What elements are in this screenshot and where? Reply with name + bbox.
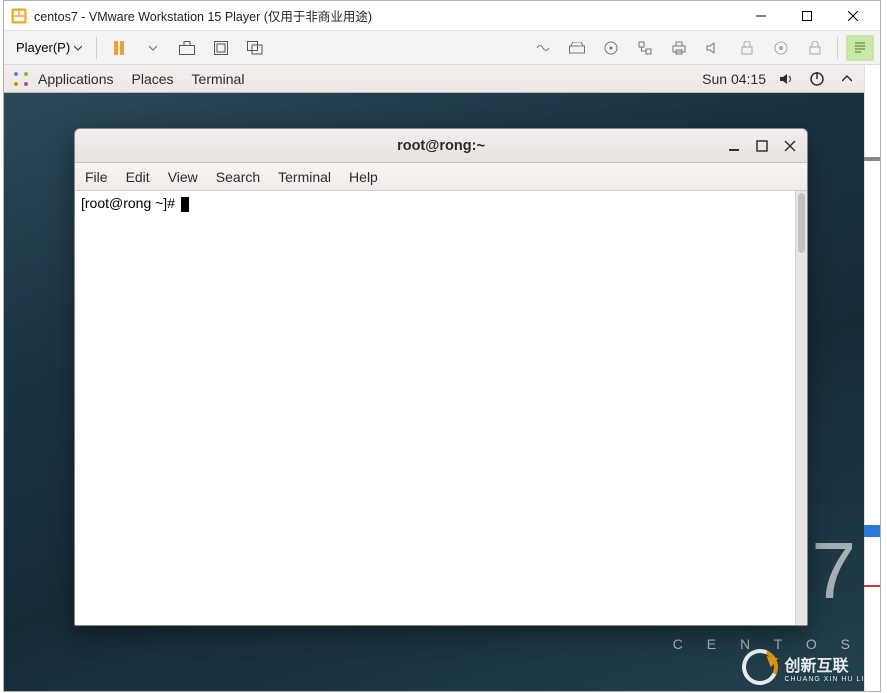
menu-view[interactable]: View	[168, 169, 198, 185]
lock-icon	[741, 41, 753, 55]
tb-network-icon[interactable]	[631, 35, 659, 61]
tb-connect-icon[interactable]	[529, 35, 557, 61]
speaker-icon	[706, 41, 720, 55]
unity-button[interactable]	[241, 35, 269, 61]
minimize-button[interactable]	[738, 1, 784, 31]
maximize-button[interactable]	[784, 1, 830, 31]
menu-help[interactable]: Help	[349, 169, 378, 185]
pause-vm-button[interactable]	[105, 35, 133, 61]
tb-usb2-icon[interactable]	[801, 35, 829, 61]
terminal-window[interactable]: root@rong:~ File Edit View Search Termin…	[74, 128, 808, 626]
player-menu-label: Player(P)	[16, 40, 70, 55]
close-button[interactable]	[830, 1, 876, 31]
link-icon	[535, 43, 551, 53]
fullscreen-icon	[214, 41, 228, 55]
menu-terminal[interactable]: Terminal	[192, 71, 245, 87]
expand-icon[interactable]	[838, 70, 856, 88]
power-icon[interactable]	[808, 70, 826, 88]
separator	[96, 37, 97, 59]
chevron-down-icon	[149, 44, 157, 52]
activities-icon[interactable]	[12, 70, 30, 88]
gnome-topbar: Applications Places Terminal Sun 04:15	[4, 65, 864, 93]
lock-icon	[809, 41, 821, 55]
terminal-cursor	[181, 197, 189, 212]
terminal-close-button[interactable]	[779, 135, 801, 157]
fullscreen-button[interactable]	[207, 35, 235, 61]
tb-cd-icon[interactable]	[597, 35, 625, 61]
network-icon	[638, 41, 652, 55]
menu-file[interactable]: File	[85, 169, 108, 185]
vmware-titlebar[interactable]: centos7 - VMware Workstation 15 Player (…	[4, 1, 880, 31]
vmware-title: centos7 - VMware Workstation 15 Player (…	[34, 6, 372, 25]
notes-icon	[853, 41, 867, 55]
terminal-body[interactable]: [root@rong ~]#	[75, 191, 807, 625]
terminal-scrollbar[interactable]	[795, 191, 807, 625]
chevron-down-icon	[74, 44, 82, 52]
player-menu-button[interactable]: Player(P)	[10, 38, 88, 57]
tb-hdd-icon[interactable]	[563, 35, 591, 61]
record-icon	[774, 41, 788, 55]
menu-search[interactable]: Search	[216, 169, 260, 185]
send-ctrl-alt-del-button[interactable]	[173, 35, 201, 61]
centos-word: C E N T O S	[673, 636, 860, 652]
pause-icon	[114, 41, 124, 55]
printer-icon	[672, 41, 686, 55]
terminal-minimize-button[interactable]	[723, 135, 745, 157]
power-dropdown[interactable]	[139, 35, 167, 61]
vmware-logo-icon	[10, 7, 28, 25]
volume-icon[interactable]	[778, 70, 796, 88]
unity-icon	[247, 41, 263, 55]
clock[interactable]: Sun 04:15	[702, 71, 766, 87]
menu-places[interactable]: Places	[132, 71, 174, 87]
tb-notes-icon[interactable]	[846, 35, 874, 61]
terminal-menubar: File Edit View Search Terminal Help	[75, 163, 807, 191]
vmware-toolbar: Player(P)	[4, 31, 880, 65]
brand-sub: CHUANG XIN HU LIAN	[784, 676, 876, 683]
menu-terminal[interactable]: Terminal	[278, 169, 331, 185]
separator	[837, 37, 838, 59]
tb-printer-icon[interactable]	[665, 35, 693, 61]
terminal-prompt: [root@rong ~]#	[81, 195, 179, 211]
keyboard-icon	[179, 41, 195, 55]
tb-sound-icon[interactable]	[699, 35, 727, 61]
right-gutter	[864, 65, 880, 691]
tb-usb1-icon[interactable]	[733, 35, 761, 61]
tb-record-icon[interactable]	[767, 35, 795, 61]
terminal-maximize-button[interactable]	[751, 135, 773, 157]
terminal-scrollbar-thumb[interactable]	[798, 193, 805, 253]
terminal-titlebar[interactable]: root@rong:~	[75, 129, 807, 163]
hdd-icon	[569, 42, 585, 54]
terminal-text[interactable]: [root@rong ~]#	[75, 191, 795, 625]
disc-icon	[604, 41, 618, 55]
terminal-title: root@rong:~	[397, 138, 485, 154]
menu-applications[interactable]: Applications	[38, 71, 114, 87]
menu-edit[interactable]: Edit	[126, 169, 150, 185]
